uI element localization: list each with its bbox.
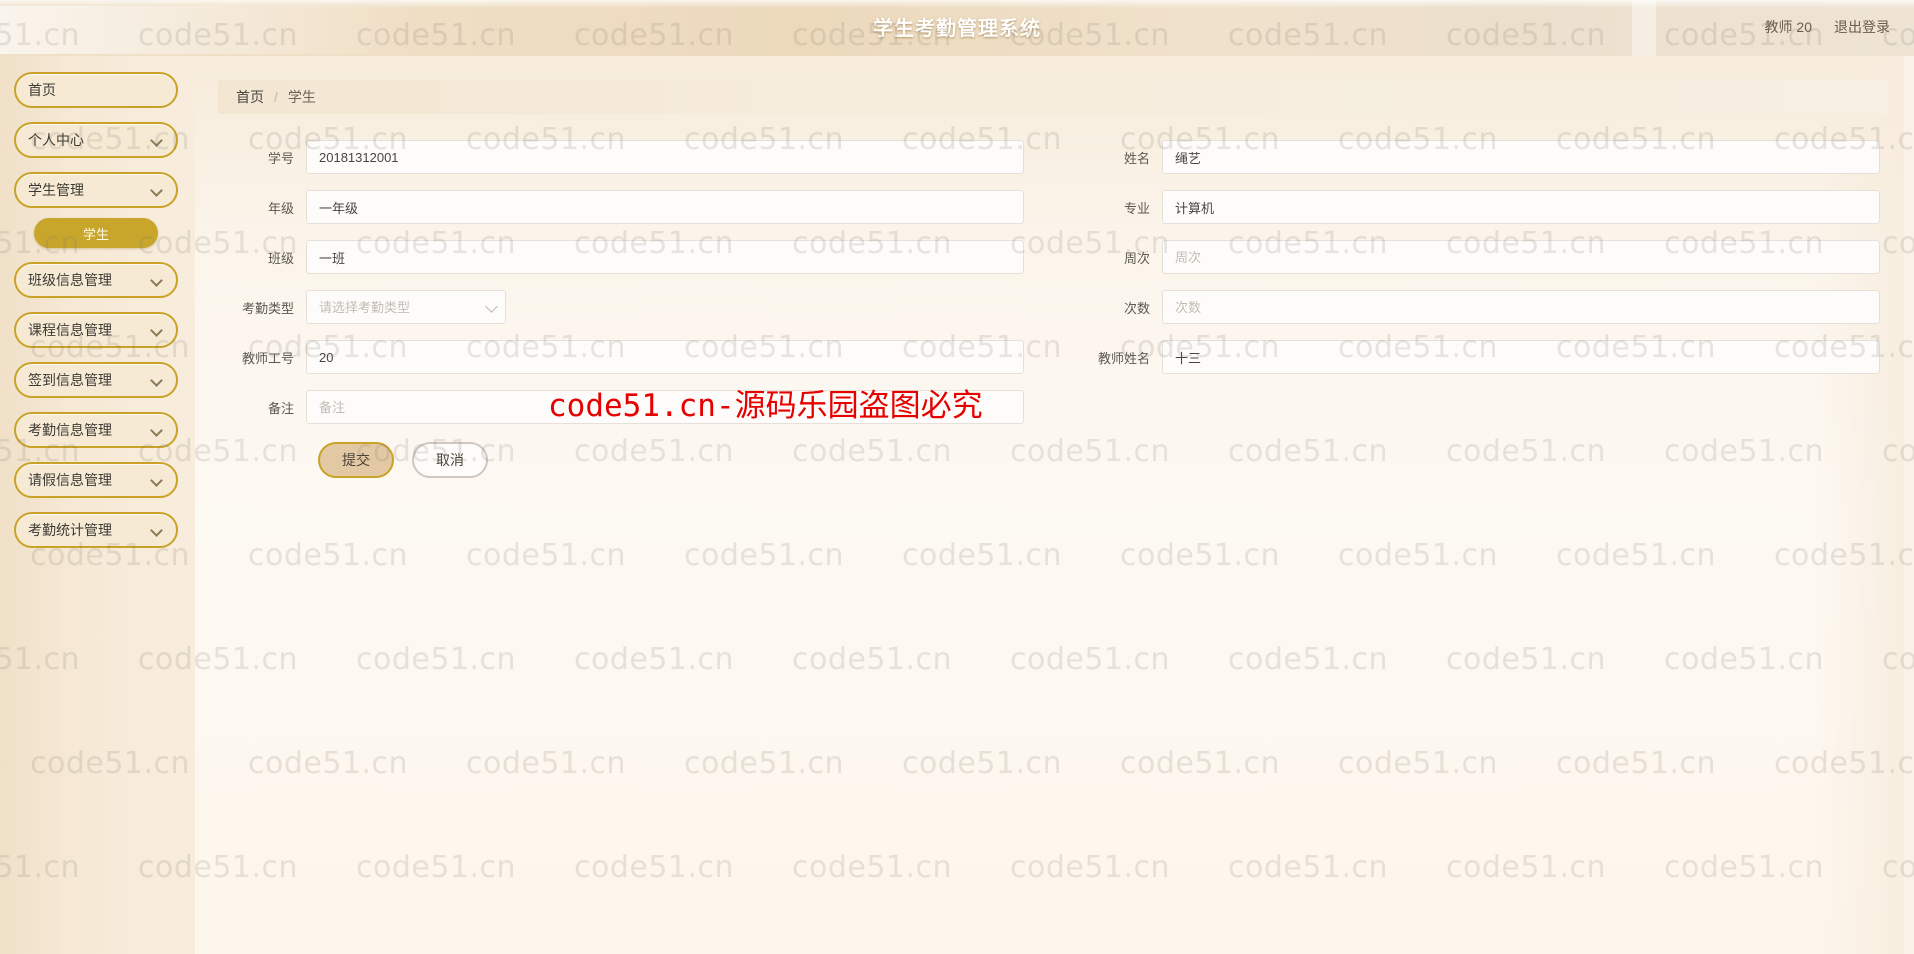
field-label: 学号 bbox=[267, 150, 294, 166]
sidebar-nav: 首页 个人中心 学生管理 学生 班级信息管理 课程信息管理 签到信息管理 考勤信… bbox=[0, 56, 192, 954]
sidebar-item-label: 签到信息管理 bbox=[28, 372, 112, 388]
form-row: 教师工号 教师姓名 bbox=[218, 340, 1888, 374]
attendance-type-select[interactable] bbox=[306, 290, 506, 324]
chevron-down-icon bbox=[150, 523, 164, 537]
major-input[interactable] bbox=[1162, 190, 1880, 224]
form-field-week: 周次 bbox=[1052, 240, 1888, 274]
form-field-major: 专业 bbox=[1052, 190, 1888, 224]
chevron-down-icon bbox=[150, 323, 164, 337]
form-actions: 提交 取消 bbox=[218, 442, 1888, 478]
form-field-grade: 年级 bbox=[218, 190, 1052, 224]
form-row: 考勤类型 次数 bbox=[218, 290, 1888, 324]
form-field-remark: 备注 bbox=[218, 390, 1052, 424]
field-label: 考勤类型 bbox=[241, 300, 294, 316]
scrollbar[interactable] bbox=[1904, 56, 1914, 954]
cancel-button[interactable]: 取消 bbox=[412, 442, 488, 478]
field-label: 年级 bbox=[267, 200, 294, 216]
form-field-name: 姓名 bbox=[1052, 140, 1888, 174]
field-label: 专业 bbox=[1123, 200, 1150, 216]
field-label: 次数 bbox=[1123, 300, 1150, 316]
class-input[interactable] bbox=[306, 240, 1024, 274]
week-input[interactable] bbox=[1162, 240, 1880, 274]
chevron-down-icon bbox=[150, 473, 164, 487]
breadcrumb-home[interactable]: 首页 bbox=[236, 87, 264, 107]
teacher-name-input[interactable] bbox=[1162, 340, 1880, 374]
sidebar-item-leave-info-management[interactable]: 请假信息管理 bbox=[14, 462, 178, 498]
main-content: 首页 / 学生 学号 姓名 bbox=[192, 56, 1914, 954]
sidebar-item-label: 学生管理 bbox=[28, 182, 84, 198]
sidebar-item-label: 考勤信息管理 bbox=[28, 422, 112, 438]
sidebar-item-class-info-management[interactable]: 班级信息管理 bbox=[14, 262, 178, 298]
chevron-down-icon bbox=[150, 423, 164, 437]
breadcrumb-separator: / bbox=[274, 89, 278, 105]
form-field-count: 次数 bbox=[1052, 290, 1888, 324]
field-label: 姓名 bbox=[1123, 150, 1150, 166]
app-root: 学生考勤管理系统 教师 20 退出登录 首页 个人中心 学生管理 学生 班级信息… bbox=[0, 0, 1914, 954]
submit-button[interactable]: 提交 bbox=[318, 442, 394, 478]
breadcrumb-current: 学生 bbox=[287, 89, 316, 105]
chevron-down-icon bbox=[150, 133, 164, 147]
sidebar-item-label: 考勤统计管理 bbox=[28, 522, 112, 538]
app-header: 学生考勤管理系统 教师 20 退出登录 bbox=[0, 0, 1914, 56]
remark-input[interactable] bbox=[306, 390, 1024, 424]
form-field-student-id: 学号 bbox=[218, 140, 1052, 174]
student-form: 学号 姓名 年级 bbox=[218, 114, 1888, 508]
sidebar-item-attendance-info-management[interactable]: 考勤信息管理 bbox=[14, 412, 178, 448]
form-field-attendance-type: 考勤类型 bbox=[218, 290, 1052, 324]
sidebar-item-course-info-management[interactable]: 课程信息管理 bbox=[14, 312, 178, 348]
form-field-teacher-name: 教师姓名 bbox=[1052, 340, 1888, 374]
form-field-teacher-id: 教师工号 bbox=[218, 340, 1052, 374]
sidebar-item-label: 课程信息管理 bbox=[28, 322, 112, 338]
form-field-class: 班级 bbox=[218, 240, 1052, 274]
chevron-down-icon bbox=[150, 183, 164, 197]
count-input[interactable] bbox=[1162, 290, 1880, 324]
form-row: 学号 姓名 bbox=[218, 140, 1888, 174]
chevron-down-icon bbox=[150, 273, 164, 287]
field-label: 周次 bbox=[1123, 250, 1150, 266]
field-label: 教师工号 bbox=[241, 350, 294, 366]
grade-input[interactable] bbox=[306, 190, 1024, 224]
student-id-input[interactable] bbox=[306, 140, 1024, 174]
chevron-down-icon bbox=[150, 373, 164, 387]
sidebar-item-attendance-statistics-management[interactable]: 考勤统计管理 bbox=[14, 512, 178, 548]
form-row: 班级 周次 bbox=[218, 240, 1888, 274]
sidebar-item-student-management[interactable]: 学生管理 bbox=[14, 172, 178, 208]
sidebar-item-personal-center[interactable]: 个人中心 bbox=[14, 122, 178, 158]
page-title: 学生考勤管理系统 bbox=[873, 18, 1041, 40]
breadcrumb: 首页 / 学生 bbox=[218, 80, 1888, 114]
sidebar-item-label: 班级信息管理 bbox=[28, 272, 112, 288]
form-field-spacer bbox=[1052, 390, 1888, 424]
attendance-type-input[interactable] bbox=[306, 290, 506, 324]
logout-button[interactable]: 退出登录 bbox=[1834, 17, 1890, 37]
sidebar-item-signin-info-management[interactable]: 签到信息管理 bbox=[14, 362, 178, 398]
sidebar-item-label: 首页 bbox=[28, 82, 56, 98]
header-user-area: 教师 20 退出登录 bbox=[1765, 17, 1890, 37]
field-label: 班级 bbox=[267, 250, 294, 266]
form-row: 年级 专业 bbox=[218, 190, 1888, 224]
name-input[interactable] bbox=[1162, 140, 1880, 174]
sidebar-subitem-student[interactable]: 学生 bbox=[34, 218, 158, 248]
current-user-label: 教师 20 bbox=[1764, 19, 1812, 35]
teacher-id-input[interactable] bbox=[306, 340, 1024, 374]
field-label: 备注 bbox=[267, 400, 294, 416]
sidebar-item-home[interactable]: 首页 bbox=[14, 72, 178, 108]
sidebar-item-label: 个人中心 bbox=[28, 132, 84, 148]
sidebar-item-label: 请假信息管理 bbox=[28, 472, 112, 488]
field-label: 教师姓名 bbox=[1097, 350, 1150, 366]
form-row: 备注 bbox=[218, 390, 1888, 424]
